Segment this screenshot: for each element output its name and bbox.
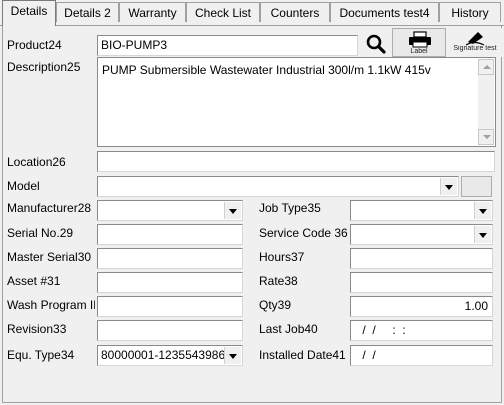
wash-program-field[interactable]	[97, 296, 243, 317]
chevron-down-icon[interactable]	[474, 226, 491, 243]
product-label: Product24	[7, 38, 62, 52]
printer-icon	[409, 31, 431, 48]
tab-check-list[interactable]: Check List	[186, 2, 260, 22]
installed-date-field[interactable]: / /	[350, 345, 493, 366]
installed-date-label: Installed Date41	[259, 348, 346, 362]
equ-type-value: 80000001-1235543986	[101, 348, 226, 362]
wash-program-label: Wash Program ID	[7, 298, 95, 312]
equ-type-combo[interactable]: 80000001-1235543986	[97, 345, 243, 366]
description-text: PUMP Submersible Wastewater Industrial 3…	[102, 63, 431, 77]
manufacturer-label: Manufacturer28	[7, 201, 92, 215]
tab-counters[interactable]: Counters	[260, 2, 330, 22]
description-scrollbar[interactable]	[478, 59, 494, 145]
hours-field[interactable]	[350, 248, 493, 269]
master-serial-label: Master Serial30	[7, 250, 92, 264]
chevron-down-icon[interactable]	[440, 178, 457, 195]
search-icon	[366, 34, 386, 54]
hours-label: Hours37	[259, 250, 305, 264]
model-lookup-button[interactable]	[461, 176, 492, 197]
model-combo[interactable]	[97, 176, 459, 197]
tab-details[interactable]: Details	[2, 0, 56, 26]
chevron-down-icon[interactable]	[474, 202, 491, 219]
location-label: Location26	[7, 155, 66, 169]
revision-field[interactable]	[97, 320, 243, 341]
signature-caption: Signature test	[453, 45, 497, 52]
equ-type-label: Equ. Type34	[7, 348, 75, 362]
tab-details-2[interactable]: Details 2	[56, 2, 119, 22]
rate-field[interactable]	[350, 272, 493, 293]
rate-label: Rate38	[259, 274, 298, 288]
service-code-combo[interactable]	[350, 224, 493, 245]
serial-no-label: Serial No.29	[7, 226, 74, 240]
qty-label: Qty39	[259, 298, 292, 312]
master-serial-field[interactable]	[97, 248, 243, 269]
last-job-label: Last Job40	[259, 322, 318, 336]
description-memo[interactable]: PUMP Submersible Wastewater Industrial 3…	[97, 57, 496, 147]
job-type-combo[interactable]	[350, 200, 493, 221]
tab-warranty[interactable]: Warranty	[119, 2, 186, 22]
product-field[interactable]: BIO-PUMP3	[97, 35, 358, 56]
description-label: Description25	[7, 60, 81, 74]
serial-no-field[interactable]	[97, 224, 243, 245]
location-field[interactable]	[97, 151, 495, 172]
model-label: Model	[7, 179, 40, 193]
asset-field[interactable]	[97, 272, 243, 293]
chevron-down-icon[interactable]	[224, 347, 241, 364]
qty-field[interactable]: 1.00	[350, 296, 493, 317]
scroll-up-icon[interactable]	[478, 59, 494, 75]
service-code-label: Service Code 36	[259, 226, 348, 240]
job-type-label: Job Type35	[259, 201, 321, 215]
asset-label: Asset #31	[7, 274, 61, 288]
scroll-down-icon[interactable]	[478, 129, 494, 145]
tab-strip: Details 2 Warranty Check List Counters D…	[0, 0, 504, 26]
tab-history[interactable]: History	[439, 2, 501, 22]
tab-documents-test4[interactable]: Documents test4	[330, 2, 439, 22]
manufacturer-combo[interactable]	[97, 200, 243, 221]
search-button[interactable]	[362, 31, 390, 57]
print-label-button[interactable]: Label	[392, 28, 446, 57]
label-caption: Label	[410, 48, 428, 55]
signature-button[interactable]: Signature test	[448, 28, 502, 57]
chevron-down-icon[interactable]	[224, 202, 241, 219]
revision-label: Revision33	[7, 322, 67, 336]
last-job-field[interactable]: / / : :	[350, 320, 493, 341]
